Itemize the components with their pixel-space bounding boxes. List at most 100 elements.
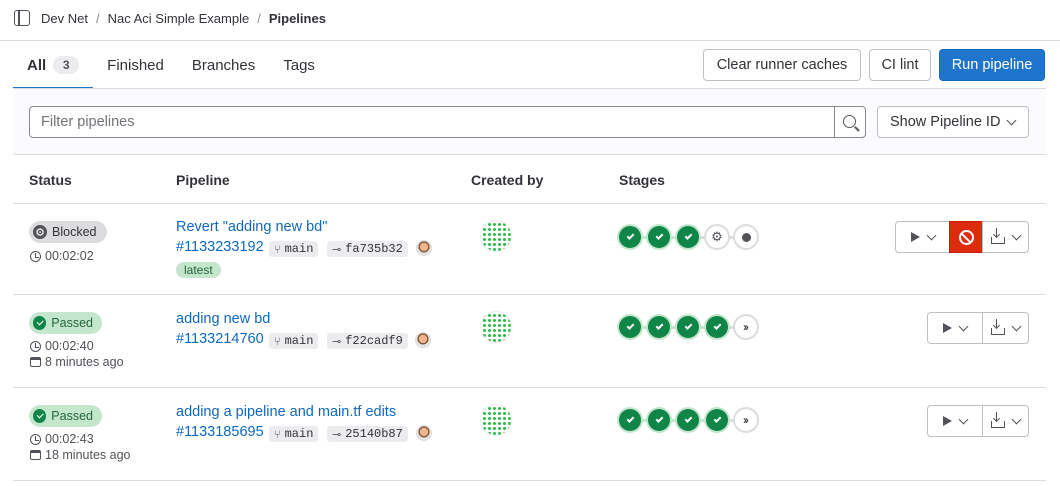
tab-all[interactable]: All 3 [13,41,94,89]
stage-success-icon[interactable] [619,409,641,431]
column-header-pipeline: Pipeline [176,172,230,188]
stage-connector [728,235,735,239]
stage-success-icon[interactable] [677,409,699,431]
stage-success-icon[interactable] [648,409,670,431]
commit-sha: 25140b87 [345,427,403,441]
status-label: Blocked [52,225,97,239]
ci-lint-button[interactable]: CI lint [869,49,931,81]
finished-time: 18 minutes ago [30,448,130,462]
stage-success-icon[interactable] [619,316,641,338]
tab-finished[interactable]: Finished [93,41,178,89]
tab-branches[interactable]: Branches [178,41,269,89]
table-row: Passed 00:02:40 8 minutes ago adding new… [13,296,1046,388]
branch-chip[interactable]: ⑂ main [269,426,319,442]
tab-tags[interactable]: Tags [269,41,329,89]
stage-skipped-icon[interactable]: ›› [735,409,757,431]
stage-connector [728,325,735,329]
pipeline-id-link[interactable]: #1133214760 [176,331,264,347]
download-icon [991,411,1005,428]
status-badge[interactable]: Passed [29,312,102,334]
stage-success-icon[interactable] [619,226,641,248]
tab-label: Finished [107,56,164,74]
play-icon [943,323,952,333]
pipeline-stages: ›› [619,408,757,432]
clear-runner-caches-button[interactable]: Clear runner caches [703,49,861,81]
show-pipeline-id-dropdown[interactable]: Show Pipeline ID [877,106,1029,138]
clock-icon [30,433,41,445]
pipeline-id-link[interactable]: #1133233192 [176,239,264,255]
branch-chip[interactable]: ⑂ main [269,241,319,257]
status-badge[interactable]: ⚙ Blocked [29,221,107,243]
branch-icon: ⑂ [274,427,281,441]
branch-name: main [284,427,314,441]
stage-manual-gear-icon[interactable]: ⚙ [706,226,728,248]
show-pipeline-id-label: Show Pipeline ID [890,114,1001,130]
run-manual-job-dropdown[interactable] [895,221,950,253]
commit-sha: fa735b32 [345,242,403,256]
breadcrumb-item-current[interactable]: Pipelines [269,11,326,26]
run-pipeline-button[interactable]: Run pipeline [939,49,1045,81]
cancel-pipeline-button[interactable] [949,221,983,253]
chevron-down-icon [1011,321,1022,331]
chevron-down-icon [926,230,936,240]
pipeline-title-link[interactable]: adding new bd [176,311,270,327]
stage-connector [670,235,677,239]
play-icon [910,232,920,242]
creator-avatar[interactable] [480,220,512,252]
table-row: ⚙ Blocked 00:02:02 Revert "adding new bd… [13,204,1046,295]
play-icon [943,416,952,426]
search-button[interactable] [834,106,866,138]
pipeline-title-link[interactable]: Revert "adding new bd" [176,219,327,235]
stage-success-icon[interactable] [677,316,699,338]
clock-icon [30,250,41,262]
commit-author-avatar[interactable] [415,332,431,348]
stage-success-icon[interactable] [706,316,728,338]
commit-chip[interactable]: ⊸ 25140b87 [327,426,408,442]
tab-count-badge: 3 [53,56,80,74]
finished-time-value: 18 minutes ago [45,448,131,462]
duration: 00:02:02 [30,249,94,263]
finished-time-value: 8 minutes ago [45,355,124,369]
run-manual-job-dropdown[interactable] [927,405,983,437]
sidebar-toggle-icon[interactable] [14,10,30,26]
commit-author-avatar[interactable] [416,240,432,256]
branch-name: main [284,334,314,348]
pipeline-title-link[interactable]: adding a pipeline and main.tf edits [176,404,396,420]
tab-label: Branches [191,56,256,74]
branch-chip[interactable]: ⑂ main [269,333,319,349]
breadcrumb-item-group[interactable]: Dev Net [41,11,88,26]
column-header-created-by: Created by [471,172,544,188]
run-manual-job-dropdown[interactable] [927,312,983,344]
download-artifacts-dropdown[interactable] [982,312,1029,344]
stage-created-icon[interactable] [735,226,757,248]
duration-value: 00:02:02 [45,249,94,263]
stage-success-icon[interactable] [706,409,728,431]
download-artifacts-dropdown[interactable] [982,221,1029,253]
stage-connector [699,235,706,239]
breadcrumb-item-project[interactable]: Nac Aci Simple Example [108,11,250,26]
gear-icon: ⚙ [33,225,47,239]
creator-avatar[interactable] [480,311,512,343]
stage-skipped-icon[interactable]: ›› [735,316,757,338]
commit-author-avatar[interactable] [416,425,432,441]
commit-chip[interactable]: ⊸ f22cadf9 [327,333,408,349]
status-badge[interactable]: Passed [29,405,102,427]
pipeline-tabs: All 3 Finished Branches Tags [13,41,329,89]
stage-success-icon[interactable] [648,226,670,248]
chevron-down-icon [1006,115,1017,125]
download-artifacts-dropdown[interactable] [982,405,1029,437]
status-label: Passed [51,409,93,423]
pipeline-id-link[interactable]: #1133185695 [176,424,264,440]
stage-connector [699,325,706,329]
filter-pipelines-input[interactable]: Filter pipelines [29,106,835,138]
branch-icon: ⑂ [274,334,281,348]
commit-chip[interactable]: ⊸ fa735b32 [327,241,408,257]
branch-icon: ⑂ [274,242,281,256]
stage-success-icon[interactable] [677,226,699,248]
column-header-stages: Stages [619,172,665,188]
stage-success-icon[interactable] [648,316,670,338]
status-label: Passed [51,316,93,330]
commit-icon: ⊸ [332,242,342,256]
row-actions [927,312,1029,344]
creator-avatar[interactable] [480,404,512,436]
